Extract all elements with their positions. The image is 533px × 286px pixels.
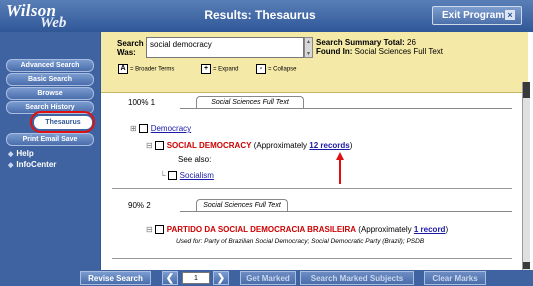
see-also-label: See also:	[178, 155, 212, 164]
highlight-circle	[30, 111, 95, 133]
page-number-input[interactable]: 1	[182, 272, 210, 284]
sidebar-item-print-email-save[interactable]: Print Email Save	[6, 133, 94, 146]
chevron-right-icon[interactable]: ❯	[213, 271, 229, 285]
mark-checkbox[interactable]	[154, 225, 164, 235]
help-label: Help	[16, 149, 34, 158]
chevron-left-icon[interactable]: ❮	[162, 271, 178, 285]
found-in-label: Found In:	[316, 47, 353, 56]
scrollbar-thumb[interactable]	[523, 82, 530, 98]
page-title: Results: Thesaurus	[204, 8, 316, 22]
approx-suffix: )	[349, 141, 353, 150]
broader-terms-icon: A	[118, 64, 128, 74]
exit-program-button[interactable]: Exit Program ×	[432, 6, 522, 25]
scroll-up-icon: ▲	[306, 39, 311, 45]
approx-suffix: )	[445, 225, 449, 234]
see-also-row: └ Socialism	[160, 171, 214, 181]
search-marked-subjects-button[interactable]: Search Marked Subjects	[300, 271, 414, 285]
legend-broader-label: = Broader Terms	[130, 66, 175, 73]
term-row: ⊟ SOCIAL DEMOCRACY (Approximately 12 reco…	[146, 141, 353, 151]
logo-line-2: Web	[40, 15, 67, 31]
scroll-down-icon[interactable]	[523, 262, 530, 269]
sidebar-link-help[interactable]: ◆ Help	[8, 149, 34, 158]
search-was-label: Search	[117, 39, 144, 48]
sidebar-item-advanced-search[interactable]: Advanced Search	[6, 59, 94, 72]
summary-total-value: 26	[407, 38, 416, 47]
search-summary-total: Search Summary Total: 26	[316, 38, 416, 47]
broader-term-row: ⊞ Democracy	[130, 124, 191, 134]
summary-total-label: Search Summary Total:	[316, 38, 405, 47]
bullet-icon: ◆	[8, 162, 14, 169]
mark-checkbox[interactable]	[167, 171, 177, 181]
scroll-down-icon: ▼	[306, 51, 311, 57]
tab-underline	[180, 108, 512, 109]
legend-expand: + = Expand	[201, 64, 239, 74]
get-marked-button[interactable]: Get Marked	[240, 271, 296, 285]
close-icon: ×	[505, 10, 515, 20]
sidebar-item-basic-search[interactable]: Basic Search	[6, 73, 94, 86]
records-link[interactable]: 1 record	[414, 225, 446, 234]
revise-search-button[interactable]: Revise Search	[80, 271, 151, 285]
approx-prefix: (Approximately	[358, 225, 412, 234]
legend-collapse-label: = Collapse	[268, 66, 297, 73]
result-separator	[112, 188, 512, 189]
records-link[interactable]: 12 records	[309, 141, 349, 150]
tab-underline	[180, 211, 512, 212]
vertical-scrollbar[interactable]	[522, 82, 530, 270]
used-for-text: Used for: Party of Brazilian Social Demo…	[176, 238, 425, 245]
mark-checkbox[interactable]	[138, 124, 148, 134]
term-row: ⊟ PARTIDO DA SOCIAL DEMOCRACIA BRASILEIRA…	[146, 225, 449, 235]
bullet-icon: ◆	[8, 151, 14, 158]
search-query-field[interactable]: social democracy	[146, 37, 304, 58]
tree-branch-icon: └	[160, 171, 166, 180]
result-rank: 90% 2	[128, 201, 151, 210]
legend-expand-label: = Expand	[213, 66, 239, 73]
wilsonweb-logo: Wilson Web	[4, 0, 104, 32]
tree-branch-icon: ⊟	[146, 225, 153, 234]
legend-broader-terms: A = Broader Terms	[118, 64, 174, 74]
legend-collapse: - = Collapse	[256, 64, 297, 74]
tree-branch-icon: ⊟	[146, 141, 153, 150]
search-field-scrollbar[interactable]: ▲ ▼	[304, 37, 313, 58]
infocenter-label: InfoCenter	[16, 160, 57, 169]
sidebar-item-browse[interactable]: Browse	[6, 87, 94, 100]
broader-terms-icon[interactable]: ⊞	[130, 124, 137, 133]
result-rank: 100% 1	[128, 98, 156, 107]
red-arrow-annotation	[336, 152, 344, 184]
mark-checkbox[interactable]	[154, 141, 164, 151]
see-also-link[interactable]: Socialism	[180, 171, 214, 180]
term-heading[interactable]: PARTIDO DA SOCIAL DEMOCRACIA BRASILEIRA	[167, 225, 356, 234]
clear-marks-button[interactable]: Clear Marks	[424, 271, 486, 285]
exit-program-label: Exit Program	[442, 10, 505, 21]
collapse-icon: -	[256, 64, 266, 74]
approx-prefix: (Approximately	[253, 141, 308, 150]
search-was-label-2: Was:	[117, 48, 136, 57]
found-in: Found In: Social Sciences Full Text	[316, 47, 443, 56]
term-heading[interactable]: SOCIAL DEMOCRACY	[167, 141, 252, 150]
sidebar-link-infocenter[interactable]: ◆ InfoCenter	[8, 160, 56, 169]
expand-icon: +	[201, 64, 211, 74]
result-separator	[112, 258, 512, 259]
found-in-value: Social Sciences Full Text	[354, 47, 444, 56]
sidebar: Advanced Search Basic Search Browse Sear…	[0, 32, 100, 270]
broader-term-link[interactable]: Democracy	[151, 124, 191, 133]
